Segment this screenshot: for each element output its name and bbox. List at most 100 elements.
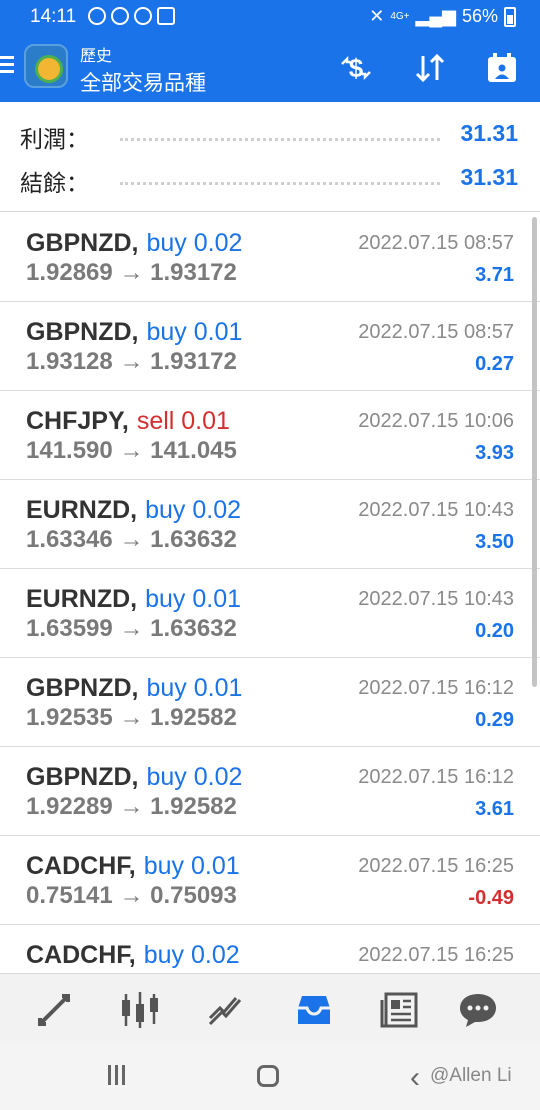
app-logo — [24, 44, 68, 88]
close-price: 1.92582 — [150, 793, 237, 820]
deal-side: sell 0.01 — [136, 407, 230, 435]
deal-side: buy 0.02 — [146, 229, 243, 257]
deal-time: 2022.07.15 16:12 — [358, 766, 514, 788]
deal-row[interactable]: GBPNZD, buy 0.01 1.92535 → 1.92582 2022.0… — [0, 658, 540, 747]
deal-row[interactable]: EURNZD, buy 0.01 1.63599 → 1.63632 2022.0… — [0, 569, 540, 658]
news-icon[interactable] — [378, 988, 422, 1032]
arrow-icon: → — [119, 259, 144, 286]
currency-filter-icon[interactable]: $ — [336, 48, 376, 88]
deal-profit: 3.61 — [475, 798, 514, 820]
deal-symbol: GBPNZD, — [26, 318, 139, 346]
deal-side: buy 0.02 — [143, 941, 240, 969]
bottom-tab-bar — [0, 973, 540, 1043]
battery-icon — [504, 6, 516, 27]
balance-value: 31.31 — [460, 164, 518, 190]
deal-profit: -0.49 — [468, 887, 514, 909]
system-nav-bar: ‹ @Allen Li — [0, 1043, 540, 1110]
close-price: 141.045 — [150, 437, 237, 464]
chart-icon[interactable] — [118, 988, 162, 1032]
deal-side: buy 0.02 — [146, 763, 243, 791]
battery-percent: 56% — [461, 6, 498, 26]
close-price: 1.63632 — [150, 526, 237, 553]
deal-row[interactable]: EURNZD, buy 0.02 1.63346 → 1.63632 2022.0… — [0, 480, 540, 569]
open-price: 1.92289 — [26, 793, 113, 820]
deal-time: 2022.07.15 16:12 — [358, 677, 514, 699]
deal-side: buy 0.01 — [146, 674, 243, 702]
balance-label: 結餘： — [20, 170, 89, 196]
deal-profit: 0.27 — [475, 353, 514, 375]
open-price: 1.92535 — [26, 704, 113, 731]
chat-icon[interactable] — [456, 988, 500, 1032]
deal-profit: 3.50 — [475, 531, 514, 553]
deal-symbol: GBPNZD, — [26, 229, 139, 257]
trade-icon[interactable] — [204, 988, 248, 1032]
deal-symbol: GBPNZD, — [26, 674, 139, 702]
app-bar: 歷史 全部交易品種 $ — [0, 34, 540, 102]
recent-apps-button[interactable] — [108, 1065, 130, 1087]
deal-time: 2022.07.15 16:25 — [358, 944, 514, 966]
deal-row[interactable]: CADCHF, buy 0.01 0.75141 → 0.75093 2022.0… — [0, 836, 540, 925]
arrow-icon: → — [119, 348, 144, 375]
deal-row[interactable]: GBPNZD, buy 0.02 1.92869 → 1.93172 2022.0… — [0, 213, 540, 302]
open-price: 1.93128 — [26, 348, 113, 375]
browser-notification-icon — [134, 7, 152, 25]
arrow-icon: → — [119, 882, 144, 909]
deal-side: buy 0.01 — [143, 852, 240, 880]
open-price: 1.63599 — [26, 615, 113, 642]
svg-text:$: $ — [349, 53, 364, 83]
arrow-icon: → — [119, 615, 144, 642]
chat-notification-icon — [111, 7, 129, 25]
deal-time: 2022.07.15 16:25 — [358, 855, 514, 877]
back-button[interactable]: ‹ — [410, 1061, 420, 1095]
close-price: 1.93172 — [150, 259, 237, 286]
close-price: 1.93172 — [150, 348, 237, 375]
signal-icon: ▂▄▆ — [415, 6, 456, 26]
profit-value: 31.31 — [460, 120, 518, 146]
open-price: 1.63346 — [26, 526, 113, 553]
dotted-leader — [120, 182, 440, 185]
status-bar: 14:11 ✕ 4G+ ▂▄▆ 56% — [0, 0, 540, 34]
symbol-filter-title[interactable]: 全部交易品種 — [80, 67, 206, 97]
deal-symbol: CADCHF, — [26, 852, 136, 880]
open-price: 141.590 — [26, 437, 113, 464]
summary-panel: 利潤： 31.31 結餘： 31.31 — [0, 102, 540, 212]
deal-symbol: CHFJPY, — [26, 407, 129, 435]
deal-list[interactable]: GBPNZD, buy 0.02 1.92869 → 1.93172 2022.0… — [0, 213, 540, 973]
deal-time: 2022.07.15 10:43 — [358, 588, 514, 610]
deal-row[interactable]: GBPNZD, buy 0.01 1.93128 → 1.93172 2022.0… — [0, 302, 540, 391]
deal-side: buy 0.01 — [145, 585, 242, 613]
image-notification-icon — [157, 7, 175, 25]
arrow-icon: → — [119, 437, 144, 464]
notification-icons — [88, 7, 175, 25]
deal-profit: 3.71 — [475, 264, 514, 286]
deal-side: buy 0.01 — [146, 318, 243, 346]
history-icon[interactable] — [292, 988, 336, 1032]
menu-icon[interactable] — [0, 56, 14, 74]
dotted-leader — [120, 138, 440, 141]
profit-label: 利潤： — [20, 126, 89, 152]
calendar-icon[interactable] — [482, 48, 522, 88]
deal-row[interactable]: CADCHF, buy 0.02 2022.07.15 16:25 — [0, 925, 540, 973]
quotes-icon[interactable] — [32, 988, 76, 1032]
app-notification-icon — [88, 7, 106, 25]
deal-row[interactable]: CHFJPY, sell 0.01 141.590 → 141.045 2022.… — [0, 391, 540, 480]
arrow-icon: → — [119, 793, 144, 820]
home-button[interactable] — [257, 1065, 279, 1087]
close-price: 0.75093 — [150, 882, 237, 909]
deal-profit: 0.29 — [475, 709, 514, 731]
deal-row[interactable]: GBPNZD, buy 0.02 1.92289 → 1.92582 2022.0… — [0, 747, 540, 836]
arrow-icon: → — [119, 704, 144, 731]
mute-icon: ✕ — [369, 6, 385, 26]
sort-icon[interactable] — [410, 48, 450, 88]
close-price: 1.63632 — [150, 615, 237, 642]
deal-symbol: GBPNZD, — [26, 763, 139, 791]
open-price: 0.75141 — [26, 882, 113, 909]
arrow-icon: → — [119, 526, 144, 553]
network-type: 4G+ — [390, 10, 410, 22]
deal-time: 2022.07.15 10:06 — [358, 410, 514, 432]
status-right: ✕ 4G+ ▂▄▆ 56% — [369, 6, 516, 27]
deal-symbol: CADCHF, — [26, 941, 136, 969]
deal-symbol: EURNZD, — [26, 496, 138, 524]
deal-profit: 0.20 — [475, 620, 514, 642]
scrollbar[interactable] — [532, 217, 537, 687]
